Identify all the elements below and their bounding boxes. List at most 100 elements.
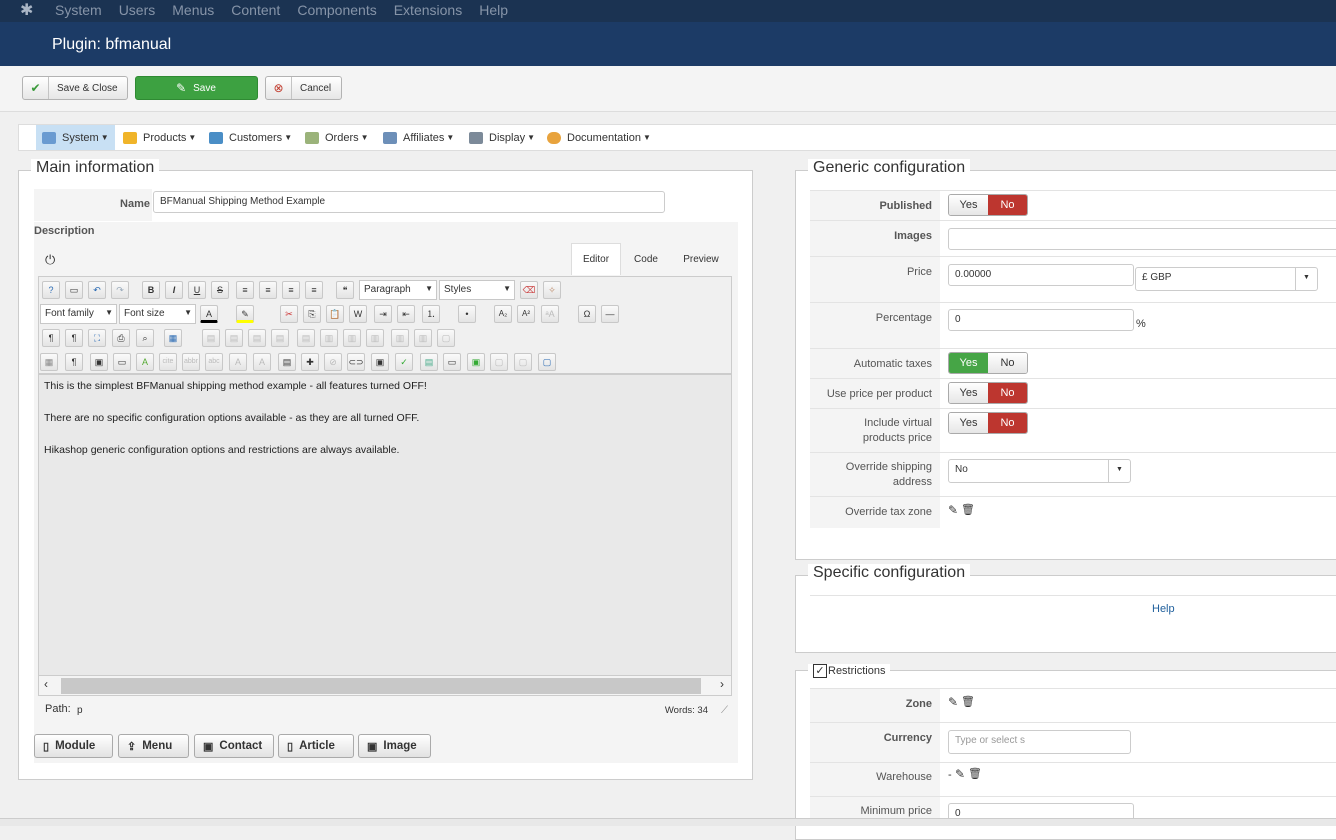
include-virtual-yes[interactable]: Yes bbox=[949, 413, 988, 433]
abbr-icon[interactable]: abbr bbox=[182, 353, 200, 371]
currency-restriction-input[interactable]: Type or select s bbox=[948, 730, 1131, 754]
resize-handle-icon[interactable]: ⟋ bbox=[721, 705, 728, 716]
insert-text-icon[interactable]: A bbox=[253, 353, 271, 371]
delete-text-icon[interactable]: A bbox=[229, 353, 247, 371]
hika-menu-orders[interactable]: Orders ▼ bbox=[299, 125, 375, 150]
hika-menu-display[interactable]: Display ▼ bbox=[463, 125, 541, 150]
scroll-left-icon[interactable]: ‹ bbox=[44, 677, 48, 691]
price-per-product-toggle[interactable]: Yes No bbox=[948, 382, 1028, 404]
horizontal-scrollbar[interactable]: ‹ › bbox=[38, 676, 732, 696]
automatic-taxes-toggle[interactable]: Yes No bbox=[948, 352, 1028, 374]
anchor-icon[interactable]: ✚ bbox=[301, 353, 319, 371]
special-char-icon[interactable]: Ω bbox=[578, 305, 596, 323]
fullscreen-icon[interactable]: ⛶ bbox=[88, 329, 106, 347]
align-justify-icon[interactable]: ≡ bbox=[236, 281, 254, 299]
currency-select[interactable]: £ GBP ▼ bbox=[1135, 267, 1318, 291]
align-center-icon[interactable]: ≡ bbox=[259, 281, 277, 299]
align-left-icon[interactable]: ≡ bbox=[282, 281, 300, 299]
published-toggle[interactable]: Yes No bbox=[948, 194, 1028, 216]
new-document-icon[interactable]: ▭ bbox=[65, 281, 83, 299]
trash-icon[interactable]: 🗑 bbox=[961, 695, 975, 708]
font-family-select[interactable]: Font family ▼ bbox=[40, 304, 117, 324]
paste-word-icon[interactable]: W bbox=[349, 305, 367, 323]
insert-row-after-icon[interactable]: ▤ bbox=[271, 329, 289, 347]
automatic-taxes-yes[interactable]: Yes bbox=[949, 353, 988, 373]
menu-extensions[interactable]: Extensions bbox=[394, 2, 462, 19]
contact-button[interactable]: ▣ Contact bbox=[194, 734, 274, 758]
table-icon[interactable]: ▦ bbox=[164, 329, 182, 347]
horizontal-rule-icon[interactable]: — bbox=[601, 305, 619, 323]
link-icon[interactable]: ⊂⊃ bbox=[347, 353, 365, 371]
font-size-select[interactable]: Font size ▼ bbox=[119, 304, 196, 324]
hika-menu-customers[interactable]: Customers ▼ bbox=[203, 125, 298, 150]
merge-cells-icon[interactable]: ▥ bbox=[414, 329, 432, 347]
acronym-icon[interactable]: abc bbox=[205, 353, 223, 371]
help-link[interactable]: Help bbox=[1152, 603, 1175, 615]
trash-icon[interactable]: 🗑 bbox=[961, 503, 975, 516]
menu-menus[interactable]: Menus bbox=[172, 2, 214, 19]
cut-icon[interactable]: ✂ bbox=[280, 305, 298, 323]
published-no[interactable]: No bbox=[988, 195, 1027, 215]
insert-row-before-icon[interactable]: ▤ bbox=[248, 329, 266, 347]
module-button[interactable]: ▯ Module bbox=[34, 734, 113, 758]
rtl-icon[interactable]: ¶ bbox=[65, 329, 83, 347]
underline-icon[interactable]: U bbox=[188, 281, 206, 299]
numbered-list-icon[interactable]: ⒈ bbox=[422, 305, 440, 323]
pencil-icon[interactable]: ✎ bbox=[955, 767, 965, 781]
superscript-icon[interactable]: A² bbox=[517, 305, 535, 323]
price-per-product-yes[interactable]: Yes bbox=[949, 383, 988, 403]
insert-col-before-icon[interactable]: ▥ bbox=[320, 329, 338, 347]
strikethrough-icon[interactable]: S bbox=[211, 281, 229, 299]
hika-menu-documentation[interactable]: Documentation ▼ bbox=[541, 125, 657, 150]
hika-menu-affiliates[interactable]: Affiliates ▼ bbox=[377, 125, 460, 150]
tab-code[interactable]: Code bbox=[623, 243, 669, 275]
percentage-input[interactable]: 0 bbox=[948, 309, 1134, 331]
restrictions-checkbox[interactable]: ✓ bbox=[813, 664, 827, 678]
scroll-right-icon[interactable]: › bbox=[720, 677, 724, 691]
menu-button[interactable]: ⇪ Menu bbox=[118, 734, 189, 758]
style-props-icon[interactable]: A bbox=[136, 353, 154, 371]
find-icon[interactable]: ⌕ bbox=[136, 329, 154, 347]
hika-menu-products[interactable]: Products ▼ bbox=[117, 125, 202, 150]
visual-aid-icon[interactable]: ▢ bbox=[437, 329, 455, 347]
automatic-taxes-no[interactable]: No bbox=[988, 353, 1027, 373]
italic-icon[interactable]: I bbox=[165, 281, 183, 299]
tab-preview[interactable]: Preview bbox=[672, 243, 730, 275]
menu-components[interactable]: Components bbox=[297, 2, 376, 19]
bullet-list-icon[interactable]: • bbox=[458, 305, 476, 323]
format-select[interactable]: Paragraph ▼ bbox=[359, 280, 437, 300]
indent-icon[interactable]: ⇥ bbox=[374, 305, 392, 323]
pencil-icon[interactable]: ✎ bbox=[948, 695, 958, 709]
redo-icon[interactable]: ↷ bbox=[111, 281, 129, 299]
split-cells-icon[interactable]: ▥ bbox=[391, 329, 409, 347]
block-icon[interactable]: ▢ bbox=[490, 353, 508, 371]
eraser-icon[interactable]: ⌫ bbox=[520, 281, 538, 299]
cleanup-icon[interactable]: ✧ bbox=[543, 281, 561, 299]
form-icon[interactable]: ▤ bbox=[420, 353, 438, 371]
bold-icon[interactable]: B bbox=[142, 281, 160, 299]
undo-icon[interactable]: ↶ bbox=[88, 281, 106, 299]
menu-system[interactable]: System bbox=[55, 2, 102, 19]
article-button[interactable]: ▯ Article bbox=[278, 734, 354, 758]
grid-icon[interactable]: ▦ bbox=[40, 353, 58, 371]
delete-row-icon[interactable]: ▤ bbox=[297, 329, 315, 347]
pencil-icon[interactable]: ✎ bbox=[948, 503, 958, 517]
frame-icon[interactable]: ▢ bbox=[538, 353, 556, 371]
image-button[interactable]: ▣ Image bbox=[358, 734, 431, 758]
images-input[interactable] bbox=[948, 228, 1336, 250]
attributes-icon[interactable]: ▤ bbox=[278, 353, 296, 371]
template-icon[interactable]: ▣ bbox=[90, 353, 108, 371]
outdent-icon[interactable]: ⇤ bbox=[397, 305, 415, 323]
published-yes[interactable]: Yes bbox=[949, 195, 988, 215]
subscript-icon[interactable]: A₂ bbox=[494, 305, 512, 323]
align-right-icon[interactable]: ≡ bbox=[305, 281, 323, 299]
menu-users[interactable]: Users bbox=[119, 2, 156, 19]
image-insert-icon[interactable]: ▣ bbox=[371, 353, 389, 371]
ltr-icon[interactable]: ¶ bbox=[42, 329, 60, 347]
copy-icon[interactable]: ⎘ bbox=[303, 305, 321, 323]
name-input[interactable]: BFManual Shipping Method Example bbox=[153, 191, 665, 213]
text-color-icon[interactable]: A bbox=[200, 305, 218, 323]
unlink-icon[interactable]: ⊘ bbox=[324, 353, 342, 371]
menu-content[interactable]: Content bbox=[231, 2, 280, 19]
show-blocks-icon[interactable]: ¶ bbox=[65, 353, 83, 371]
